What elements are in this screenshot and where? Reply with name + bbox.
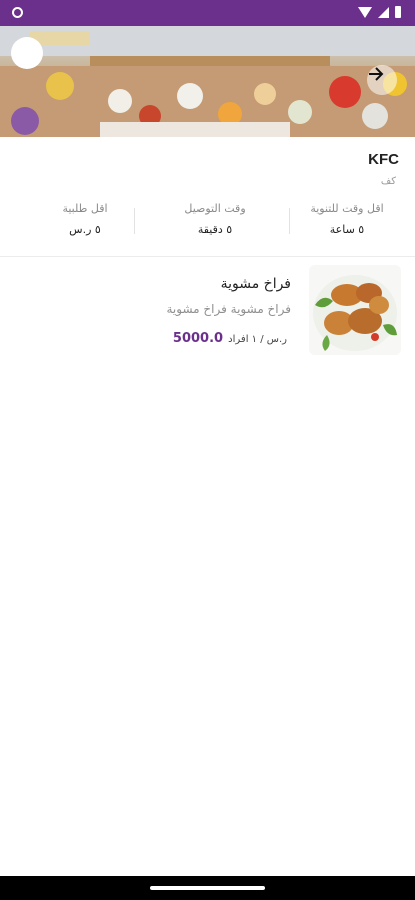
stat-label: اقل طلبية xyxy=(62,202,108,215)
stat-min-prep-time: اقل وقت للتنوية ٥ ساعة xyxy=(287,202,407,236)
fried-chicken-photo xyxy=(309,265,401,355)
divider xyxy=(289,208,290,234)
wifi-icon xyxy=(358,6,372,18)
stat-label: اقل وقت للتنوية xyxy=(310,202,384,215)
item-price: 5000.0 xyxy=(172,331,224,346)
item-price-row: ر.س / ١ افراد 5000.0 xyxy=(173,327,287,346)
stat-min-order: اقل طلبية ٥ ر.س xyxy=(35,202,135,236)
screen: KFC كف اقل وقت للتنوية ٥ ساعة وقت التوصي… xyxy=(0,0,415,900)
battery-icon xyxy=(395,6,401,18)
restaurant-stats: اقل وقت للتنوية ٥ ساعة وقت التوصيل ٥ دقي… xyxy=(0,202,415,242)
home-gesture-handle[interactable] xyxy=(150,886,265,890)
restaurant-cover-image xyxy=(0,26,415,137)
avatar xyxy=(11,37,43,69)
stat-value: ٥ دقيقة xyxy=(197,223,233,236)
status-bar xyxy=(0,0,415,26)
buffet-food-illustration xyxy=(0,26,415,137)
stat-delivery-time: وقت التوصيل ٥ دقيقة xyxy=(155,202,275,236)
system-navigation-bar xyxy=(0,876,415,900)
arrow-right-icon xyxy=(369,67,384,81)
stat-value: ٥ ر.س xyxy=(69,223,101,236)
menu-item[interactable]: فراخ مشوية فراخ مشوية فراخ مشوية ر.س / ١… xyxy=(0,264,415,356)
item-price-unit: ر.س / ١ افراد xyxy=(228,334,287,345)
item-description: فراخ مشوية فراخ مشوية xyxy=(166,302,291,316)
stat-label: وقت التوصيل xyxy=(184,202,246,215)
signal-icon xyxy=(378,6,389,18)
restaurant-subtitle: كف xyxy=(380,176,396,187)
notification-icon xyxy=(12,7,23,18)
stat-value: ٥ ساعة xyxy=(329,223,365,236)
item-image xyxy=(309,265,401,355)
status-icons xyxy=(358,6,401,18)
item-title: فراخ مشوية xyxy=(220,276,291,292)
restaurant-name: KFC xyxy=(368,151,399,168)
back-button[interactable] xyxy=(367,65,397,95)
section-divider xyxy=(0,256,415,257)
